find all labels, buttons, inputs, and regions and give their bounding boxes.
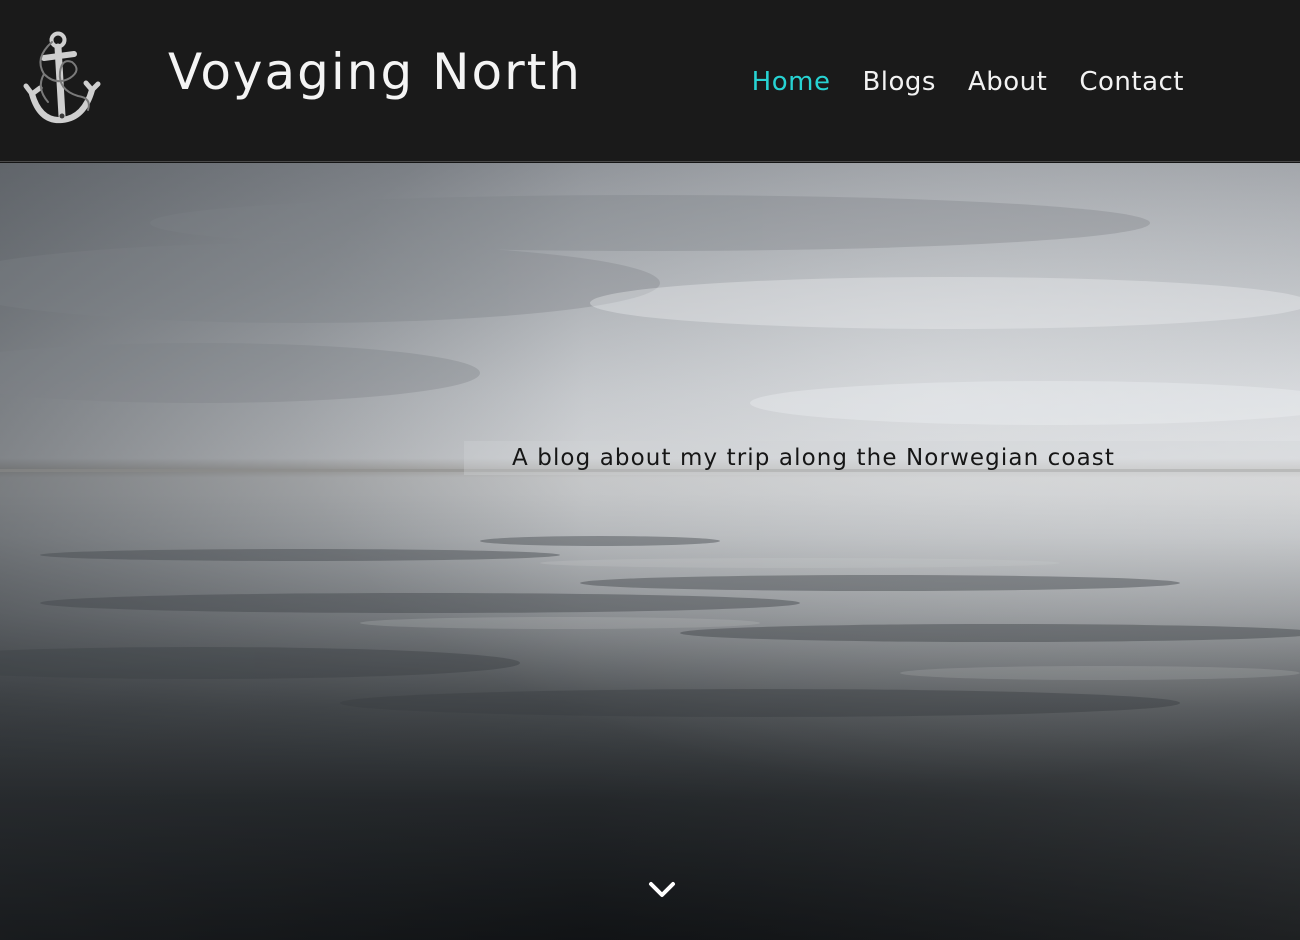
hero: A blog about my trip along the Norwegian…	[0, 163, 1300, 940]
chevron-down-icon[interactable]	[645, 875, 679, 903]
nav-home[interactable]: Home	[752, 62, 831, 102]
hero-background-image	[0, 163, 1300, 940]
anchor-icon[interactable]	[22, 28, 102, 132]
hero-tagline: A blog about my trip along the Norwegian…	[512, 445, 1115, 471]
nav-blogs[interactable]: Blogs	[862, 62, 936, 102]
site-title[interactable]: Voyaging North	[168, 42, 582, 102]
main-nav: Home Blogs About Contact	[752, 62, 1184, 102]
site-header: Voyaging North Home Blogs About Contact	[0, 0, 1300, 162]
nav-contact[interactable]: Contact	[1079, 62, 1184, 102]
nav-about[interactable]: About	[968, 62, 1047, 102]
